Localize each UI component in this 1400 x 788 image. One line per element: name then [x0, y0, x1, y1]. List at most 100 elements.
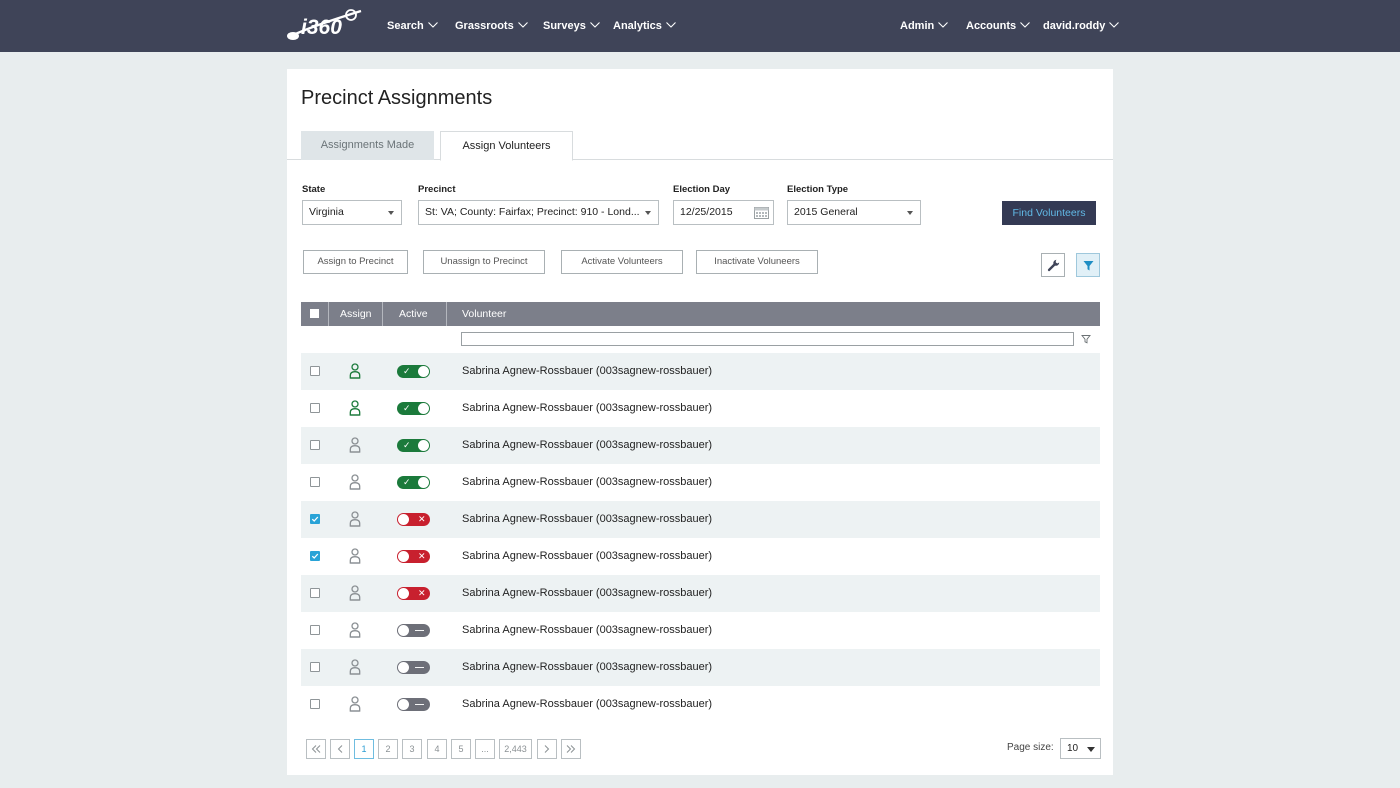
row-checkbox[interactable]	[310, 403, 320, 413]
unassigned-person-icon[interactable]	[349, 474, 361, 490]
active-toggle-on[interactable]: ✓	[397, 476, 430, 489]
page-button-1[interactable]: 1	[354, 739, 374, 759]
page-button-2[interactable]: 2	[378, 739, 398, 759]
volunteer-name: Sabrina Agnew-Rossbauer (003sagnew-rossb…	[462, 661, 713, 673]
row-checkbox[interactable]	[310, 699, 320, 709]
first-page-button[interactable]	[306, 739, 326, 759]
table-row[interactable]: ✓ Sabrina Agnew-Rossbauer (003sagnew-ross…	[301, 353, 1100, 390]
page-size-select[interactable]: 10	[1060, 738, 1101, 759]
row-checkbox[interactable]	[310, 662, 320, 672]
active-toggle-on[interactable]: ✓	[397, 402, 430, 415]
chevron-down-icon	[589, 22, 600, 28]
chevron-right-icon	[544, 745, 550, 753]
table-row[interactable]: — Sabrina Agnew-Rossbauer (003sagnew-ross…	[301, 649, 1100, 686]
column-header-assign[interactable]: Assign	[340, 302, 372, 326]
page-button-5[interactable]: 5	[451, 739, 471, 759]
table-row[interactable]: ✕ Sabrina Agnew-Rossbauer (003sagnew-ross…	[301, 501, 1100, 538]
volunteer-name: Sabrina Agnew-Rossbauer (003sagnew-rossb…	[462, 365, 713, 377]
column-header-volunteer[interactable]: Volunteer	[462, 302, 506, 326]
row-checkbox[interactable]	[310, 551, 320, 561]
activate-volunteers-button[interactable]: Activate Volunteers	[561, 250, 683, 274]
next-page-button[interactable]	[537, 739, 557, 759]
row-checkbox[interactable]	[310, 625, 320, 635]
volunteer-name: Sabrina Agnew-Rossbauer (003sagnew-rossb…	[462, 550, 713, 562]
toggle-knob	[398, 699, 409, 710]
check-icon: ✓	[403, 477, 411, 487]
page-ellipsis-button[interactable]: ...	[475, 739, 495, 759]
election-type-select[interactable]: 2015 General	[787, 200, 921, 225]
column-header-active[interactable]: Active	[399, 302, 428, 326]
unassigned-person-icon[interactable]	[349, 585, 361, 601]
page-button-3[interactable]: 3	[402, 739, 422, 759]
filter-icon[interactable]	[1081, 334, 1091, 344]
table-row[interactable]: ✓ Sabrina Agnew-Rossbauer (003sagnew-ross…	[301, 427, 1100, 464]
table-row[interactable]: ✕ Sabrina Agnew-Rossbauer (003sagnew-ross…	[301, 538, 1100, 575]
wrench-icon	[1047, 259, 1060, 272]
row-checkbox[interactable]	[310, 440, 320, 450]
page-size-label: Page size:	[1007, 742, 1054, 753]
assign-to-precinct-button[interactable]: Assign to Precinct	[303, 250, 408, 274]
election-day-input[interactable]: 12/25/2015	[673, 200, 774, 225]
assigned-person-icon[interactable]	[349, 400, 361, 416]
unassigned-person-icon[interactable]	[349, 659, 361, 675]
row-checkbox[interactable]	[310, 588, 320, 598]
double-chevron-right-icon	[566, 745, 576, 753]
prev-page-button[interactable]	[330, 739, 350, 759]
nav-accounts[interactable]: Accounts	[966, 17, 1031, 35]
caret-down-icon	[1087, 747, 1095, 752]
tab-assign-volunteers[interactable]: Assign Volunteers	[440, 131, 573, 161]
unassigned-person-icon[interactable]	[349, 548, 361, 564]
table-row[interactable]: ✓ Sabrina Agnew-Rossbauer (003sagnew-ross…	[301, 464, 1100, 501]
election-type-label: Election Type	[787, 184, 849, 195]
active-toggle-off[interactable]: ✕	[397, 513, 430, 526]
select-all-checkbox[interactable]	[310, 309, 319, 318]
page-button-4[interactable]: 4	[427, 739, 447, 759]
active-toggle-off[interactable]: ✕	[397, 587, 430, 600]
active-toggle-off[interactable]: ✕	[397, 550, 430, 563]
find-volunteers-button[interactable]: Find Volunteers	[1002, 201, 1096, 225]
filter-tool-button[interactable]	[1076, 253, 1100, 277]
unassign-to-precinct-button[interactable]: Unassign to Precinct	[423, 250, 545, 274]
state-select[interactable]: Virginia	[302, 200, 402, 225]
page-button-last-number[interactable]: 2,443	[499, 739, 532, 759]
unassigned-person-icon[interactable]	[349, 511, 361, 527]
active-toggle-on[interactable]: ✓	[397, 365, 430, 378]
toggle-knob	[418, 477, 429, 488]
table-row[interactable]: — Sabrina Agnew-Rossbauer (003sagnew-ross…	[301, 686, 1100, 723]
nav-surveys[interactable]: Surveys	[543, 17, 600, 35]
i360-logo[interactable]: i360	[285, 7, 363, 43]
state-label: State	[302, 184, 326, 195]
active-toggle-neutral[interactable]: —	[397, 624, 430, 637]
election-day-value: 12/25/2015	[680, 206, 733, 218]
volunteer-filter-input[interactable]	[461, 332, 1074, 346]
assigned-person-icon[interactable]	[349, 363, 361, 379]
election-day-label: Election Day	[673, 184, 731, 195]
nav-grassroots[interactable]: Grassroots	[455, 17, 528, 35]
inactivate-volunteers-button[interactable]: Inactivate Voluneers	[696, 250, 818, 274]
row-checkbox[interactable]	[310, 514, 320, 524]
unassigned-person-icon[interactable]	[349, 437, 361, 453]
table-row[interactable]: ✕ Sabrina Agnew-Rossbauer (003sagnew-ross…	[301, 575, 1100, 612]
active-toggle-neutral[interactable]: —	[397, 698, 430, 711]
close-icon: ✕	[418, 514, 426, 524]
volunteer-name: Sabrina Agnew-Rossbauer (003sagnew-rossb…	[462, 476, 713, 488]
nav-admin[interactable]: Admin	[900, 17, 949, 35]
precinct-select[interactable]: St: VA; County: Fairfax; Precinct: 910 -…	[418, 200, 659, 225]
nav-user-menu[interactable]: david.roddy	[1043, 17, 1120, 35]
active-toggle-neutral[interactable]: —	[397, 661, 430, 674]
settings-tool-button[interactable]	[1041, 253, 1065, 277]
volunteer-name: Sabrina Agnew-Rossbauer (003sagnew-rossb…	[462, 513, 713, 525]
unassigned-person-icon[interactable]	[349, 622, 361, 638]
nav-analytics[interactable]: Analytics	[613, 17, 676, 35]
active-toggle-on[interactable]: ✓	[397, 439, 430, 452]
row-checkbox[interactable]	[310, 366, 320, 376]
check-icon: ✓	[403, 440, 411, 450]
nav-search[interactable]: Search	[387, 17, 438, 35]
tab-assignments-made[interactable]: Assignments Made	[301, 131, 434, 160]
table-row[interactable]: — Sabrina Agnew-Rossbauer (003sagnew-ross…	[301, 612, 1100, 649]
last-page-button[interactable]	[561, 739, 581, 759]
calendar-icon[interactable]	[754, 206, 769, 219]
table-row[interactable]: ✓ Sabrina Agnew-Rossbauer (003sagnew-ross…	[301, 390, 1100, 427]
row-checkbox[interactable]	[310, 477, 320, 487]
unassigned-person-icon[interactable]	[349, 696, 361, 712]
